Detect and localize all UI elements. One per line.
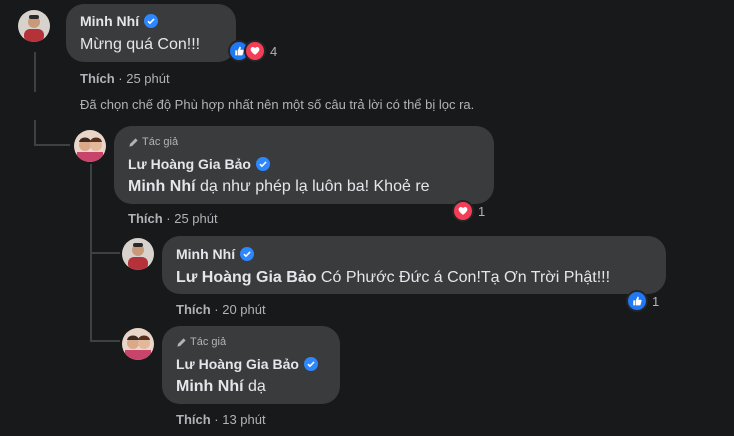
comment-text: Lư Hoàng Gia Bảo Có Phước Đức á Con!Tạ Ơ… (176, 269, 610, 287)
verified-icon (303, 357, 318, 371)
reaction-count: 1 (652, 293, 660, 309)
comment-author-row: Minh Nhí (176, 246, 255, 262)
verified-icon (240, 247, 255, 261)
comment-meta: Thích · 13 phút (176, 412, 266, 427)
timestamp[interactable]: · 25 phút (166, 211, 217, 226)
verified-icon (255, 157, 270, 171)
timestamp[interactable]: · 20 phút (214, 302, 265, 317)
verified-icon (144, 14, 159, 28)
like-button[interactable]: Thích (128, 211, 163, 226)
thread-line-sub-curve-1 (90, 252, 120, 254)
reaction-count: 1 (478, 203, 486, 219)
author-badge-label: Tác giả (142, 136, 179, 148)
comment-body: dạ (243, 378, 266, 395)
avatar[interactable] (122, 328, 154, 360)
love-reaction-icon (452, 200, 474, 222)
comment-text: Mừng quá Con!!! (80, 36, 201, 53)
reactions-summary[interactable]: 1 (626, 290, 659, 312)
thread-line-branch (34, 120, 36, 146)
timestamp[interactable]: · 25 phút (118, 71, 169, 86)
reactions-summary[interactable]: 1 (452, 200, 485, 222)
like-reaction-icon (626, 290, 648, 312)
comment-body: Có Phước Đức á Con!Tạ Ơn Trời Phật!!! (316, 269, 611, 286)
author-name[interactable]: Lư Hoàng Gia Bảo (128, 156, 251, 172)
pen-icon (129, 137, 138, 147)
comment-author-row: Lư Hoàng Gia Bảo (128, 156, 270, 172)
comment-text: Minh Nhí dạ như phép lạ luôn ba! Khoẻ re (128, 178, 430, 196)
thread-line-main (34, 52, 36, 92)
comment-meta: Thích · 25 phút (80, 71, 170, 86)
comment-meta: Thích · 25 phút (128, 211, 218, 226)
mention-link[interactable]: Minh Nhí (128, 178, 196, 195)
thread-line-branch-curve (34, 144, 70, 146)
like-button[interactable]: Thích (80, 71, 115, 86)
author-name[interactable]: Minh Nhí (80, 13, 139, 29)
comment-meta: Thích · 20 phút (176, 302, 266, 317)
author-name[interactable]: Minh Nhí (176, 246, 235, 262)
avatar[interactable] (18, 10, 50, 42)
like-button[interactable]: Thích (176, 412, 211, 427)
author-badge: Tác giả (128, 136, 178, 148)
love-reaction-icon (244, 40, 266, 62)
reaction-count: 4 (270, 43, 278, 59)
comment-text: Minh Nhí dạ (176, 378, 266, 396)
comment-author-row: Lư Hoàng Gia Bảo (176, 356, 318, 372)
mention-link[interactable]: Minh Nhí (176, 378, 244, 395)
like-button[interactable]: Thích (176, 302, 211, 317)
reactions-summary[interactable]: 4 (228, 40, 277, 62)
thread-line-sub-curve-2 (90, 340, 120, 342)
author-badge: Tác giả (176, 336, 226, 348)
avatar[interactable] (74, 130, 106, 162)
author-badge-label: Tác giả (190, 336, 227, 348)
comment-author-row: Minh Nhí (80, 13, 159, 29)
comment-body: dạ như phép lạ luôn ba! Khoẻ re (195, 178, 430, 195)
timestamp[interactable]: · 13 phút (214, 412, 265, 427)
pen-icon (177, 337, 186, 347)
mention-link[interactable]: Lư Hoàng Gia Bảo (176, 269, 316, 286)
filter-notice: Đã chọn chế độ Phù hợp nhất nên một số c… (80, 97, 475, 112)
author-name[interactable]: Lư Hoàng Gia Bảo (176, 356, 299, 372)
avatar[interactable] (122, 238, 154, 270)
